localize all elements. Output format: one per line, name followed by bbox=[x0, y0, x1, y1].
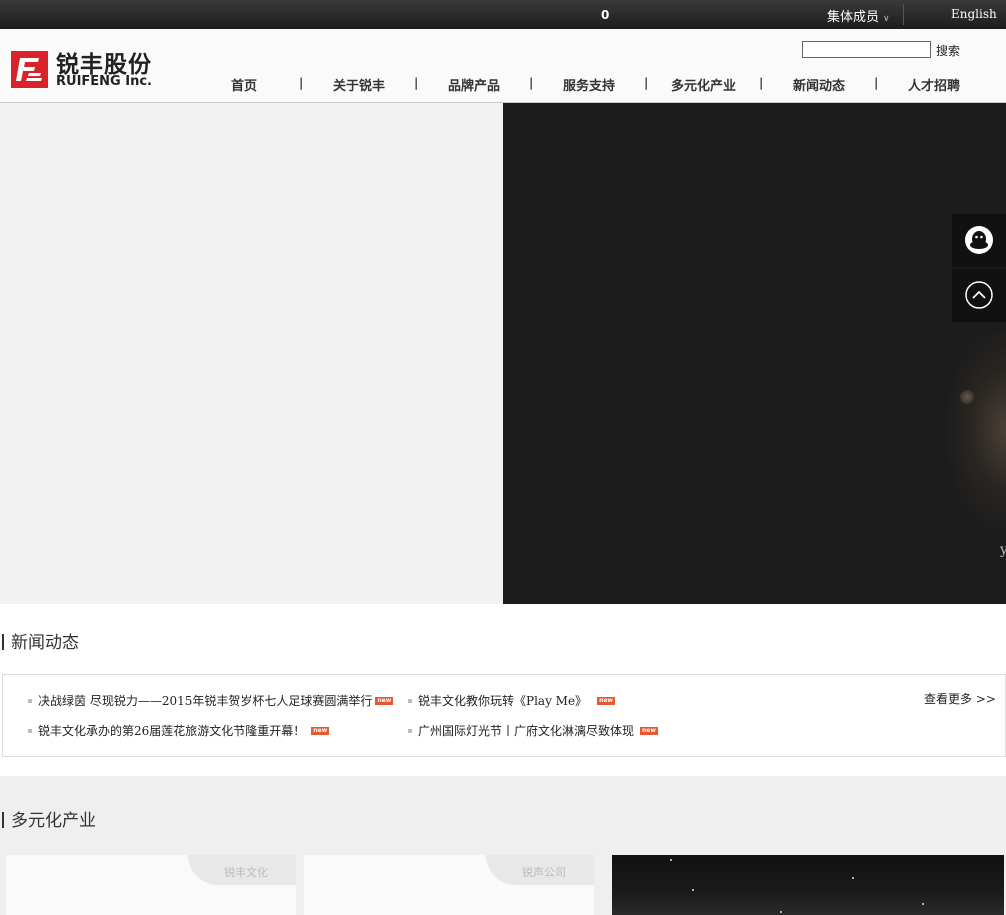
bullet bbox=[408, 729, 412, 733]
news-item-text: 锐丰文化承办的第26届莲花旅游文化节隆重开幕！ bbox=[38, 724, 306, 738]
title-bar bbox=[2, 812, 4, 828]
bullet bbox=[408, 699, 412, 703]
divider bbox=[903, 4, 904, 25]
member-count: 0 bbox=[601, 8, 610, 22]
industry-photo[interactable] bbox=[612, 855, 1004, 915]
news-item[interactable]: 广州国际灯光节丨广府文化淋漓尽致体现 new bbox=[408, 722, 658, 739]
qq-icon bbox=[965, 226, 993, 254]
back-to-top-button[interactable] bbox=[952, 269, 1006, 322]
photo-light bbox=[780, 911, 782, 913]
nav-service[interactable]: 服务支持 bbox=[563, 75, 615, 94]
news-title-text: 新闻动态 bbox=[11, 633, 79, 653]
nav-divider: | bbox=[644, 76, 649, 90]
logo-subtitle: RUIFENG Inc. bbox=[56, 74, 152, 89]
banner-caption: y bbox=[1000, 542, 1006, 558]
news-item[interactable]: 锐丰文化教你玩转《Play Me》 new bbox=[408, 692, 615, 709]
title-bar bbox=[2, 634, 4, 650]
banner-light-spot bbox=[960, 390, 974, 404]
nav-news[interactable]: 新闻动态 bbox=[793, 75, 845, 94]
news-item[interactable]: 决战绿茵 尽现锐力——2015年锐丰贺岁杯七人足球赛圆满举行 new bbox=[28, 692, 394, 709]
new-badge: new bbox=[597, 697, 615, 705]
nav-careers[interactable]: 人才招聘 bbox=[908, 75, 960, 94]
industry-section-title: 多元化产业 bbox=[2, 806, 96, 831]
new-badge: new bbox=[640, 727, 658, 735]
view-more-link[interactable]: 查看更多 >> bbox=[924, 690, 996, 707]
nav-divider: | bbox=[759, 76, 764, 90]
card-label: 锐丰文化 bbox=[224, 866, 268, 879]
logo-icon bbox=[16, 58, 42, 81]
photo-light bbox=[852, 877, 854, 879]
photo-light bbox=[670, 859, 672, 861]
nav-divider: | bbox=[299, 76, 304, 90]
members-dropdown[interactable]: 集体成员 ∨ bbox=[827, 6, 890, 25]
nav-industry[interactable]: 多元化产业 bbox=[671, 75, 736, 94]
chevron-down-icon: ∨ bbox=[883, 14, 890, 24]
banner-image[interactable] bbox=[503, 103, 1006, 604]
qq-chat-button[interactable] bbox=[952, 214, 1006, 267]
news-item-text: 锐丰文化教你玩转《Play Me》 bbox=[418, 694, 588, 708]
industry-title-text: 多元化产业 bbox=[11, 811, 96, 831]
news-box bbox=[2, 674, 1006, 757]
new-badge: new bbox=[311, 727, 330, 735]
industry-card[interactable]: 锐丰文化 bbox=[6, 855, 296, 915]
header: 锐丰股份 RUIFENG Inc. 搜索 首页 | 关于锐丰 | 品牌产品 | … bbox=[0, 29, 1006, 103]
card-label: 锐声公司 bbox=[522, 866, 566, 879]
top-bar: 0 集体成员 ∨ English bbox=[0, 0, 1006, 29]
bullet bbox=[28, 729, 32, 733]
search-button[interactable]: 搜索 bbox=[936, 42, 960, 59]
banner-left-panel bbox=[0, 103, 503, 604]
bullet bbox=[28, 699, 32, 703]
logo-mark[interactable] bbox=[11, 51, 48, 88]
news-item-text: 广州国际灯光节丨广府文化淋漓尽致体现 bbox=[418, 724, 635, 738]
new-badge: new bbox=[375, 697, 394, 705]
nav-about[interactable]: 关于锐丰 bbox=[333, 75, 385, 94]
language-link[interactable]: English bbox=[951, 7, 997, 21]
search-input[interactable] bbox=[802, 41, 931, 58]
members-label: 集体成员 bbox=[827, 10, 880, 25]
news-section-title: 新闻动态 bbox=[2, 628, 79, 653]
banner-light bbox=[946, 330, 1006, 530]
photo-light bbox=[922, 903, 924, 905]
arrow-up-icon bbox=[965, 281, 993, 309]
nav-home[interactable]: 首页 bbox=[231, 75, 257, 94]
news-item-text: 决战绿茵 尽现锐力——2015年锐丰贺岁杯七人足球赛圆满举行 bbox=[38, 694, 373, 708]
nav-divider: | bbox=[874, 76, 879, 90]
news-item[interactable]: 锐丰文化承办的第26届莲花旅游文化节隆重开幕！ new bbox=[28, 722, 330, 739]
nav-divider: | bbox=[529, 76, 534, 90]
nav-divider: | bbox=[414, 76, 419, 90]
industry-card[interactable]: 锐声公司 bbox=[304, 855, 594, 915]
photo-light bbox=[692, 889, 694, 891]
nav-products[interactable]: 品牌产品 bbox=[448, 75, 500, 94]
